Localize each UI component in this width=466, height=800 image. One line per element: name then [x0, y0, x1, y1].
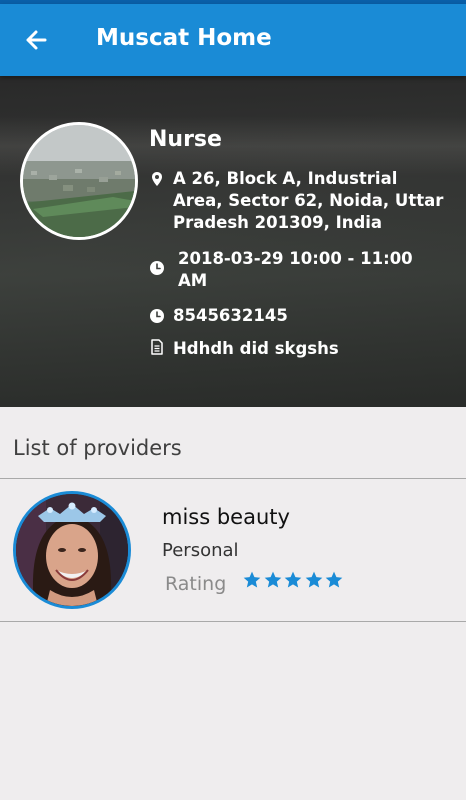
rating-stars	[242, 570, 345, 594]
address-text: A 26, Block A, Industrial Area, Sector 6…	[173, 169, 444, 232]
booking-header: Nurse A 26, Block A, Industrial Area, Se…	[0, 76, 466, 407]
provider-type: Personal	[162, 540, 239, 561]
phone-text: 8545632145	[173, 306, 288, 325]
star-icon	[305, 571, 322, 588]
page-title: Muscat Home	[96, 25, 272, 51]
location-pin-icon	[152, 172, 162, 186]
datetime-text: 2018-03-29 10:00 - 11:00 AM	[178, 249, 413, 290]
star-icon	[284, 571, 302, 588]
divider	[0, 621, 466, 622]
back-button[interactable]	[18, 22, 54, 58]
rating-label: Rating	[165, 573, 227, 595]
star-icon	[264, 571, 281, 588]
star-icon	[243, 571, 261, 588]
provider-name: miss beauty	[162, 505, 290, 529]
app-bar: Muscat Home	[0, 4, 466, 76]
note-text: Hdhdh did skgshs	[173, 339, 339, 358]
service-image	[20, 122, 138, 240]
document-icon	[151, 339, 163, 355]
provider-avatar	[13, 491, 131, 609]
arrow-left-icon	[26, 30, 47, 50]
star-icon	[325, 571, 343, 588]
provider-list-item[interactable]: miss beauty Personal Rating	[0, 479, 466, 621]
clock-icon	[150, 261, 164, 275]
clock-icon	[150, 309, 164, 323]
providers-section-title: List of providers	[13, 436, 182, 460]
service-title: Nurse	[149, 127, 222, 152]
